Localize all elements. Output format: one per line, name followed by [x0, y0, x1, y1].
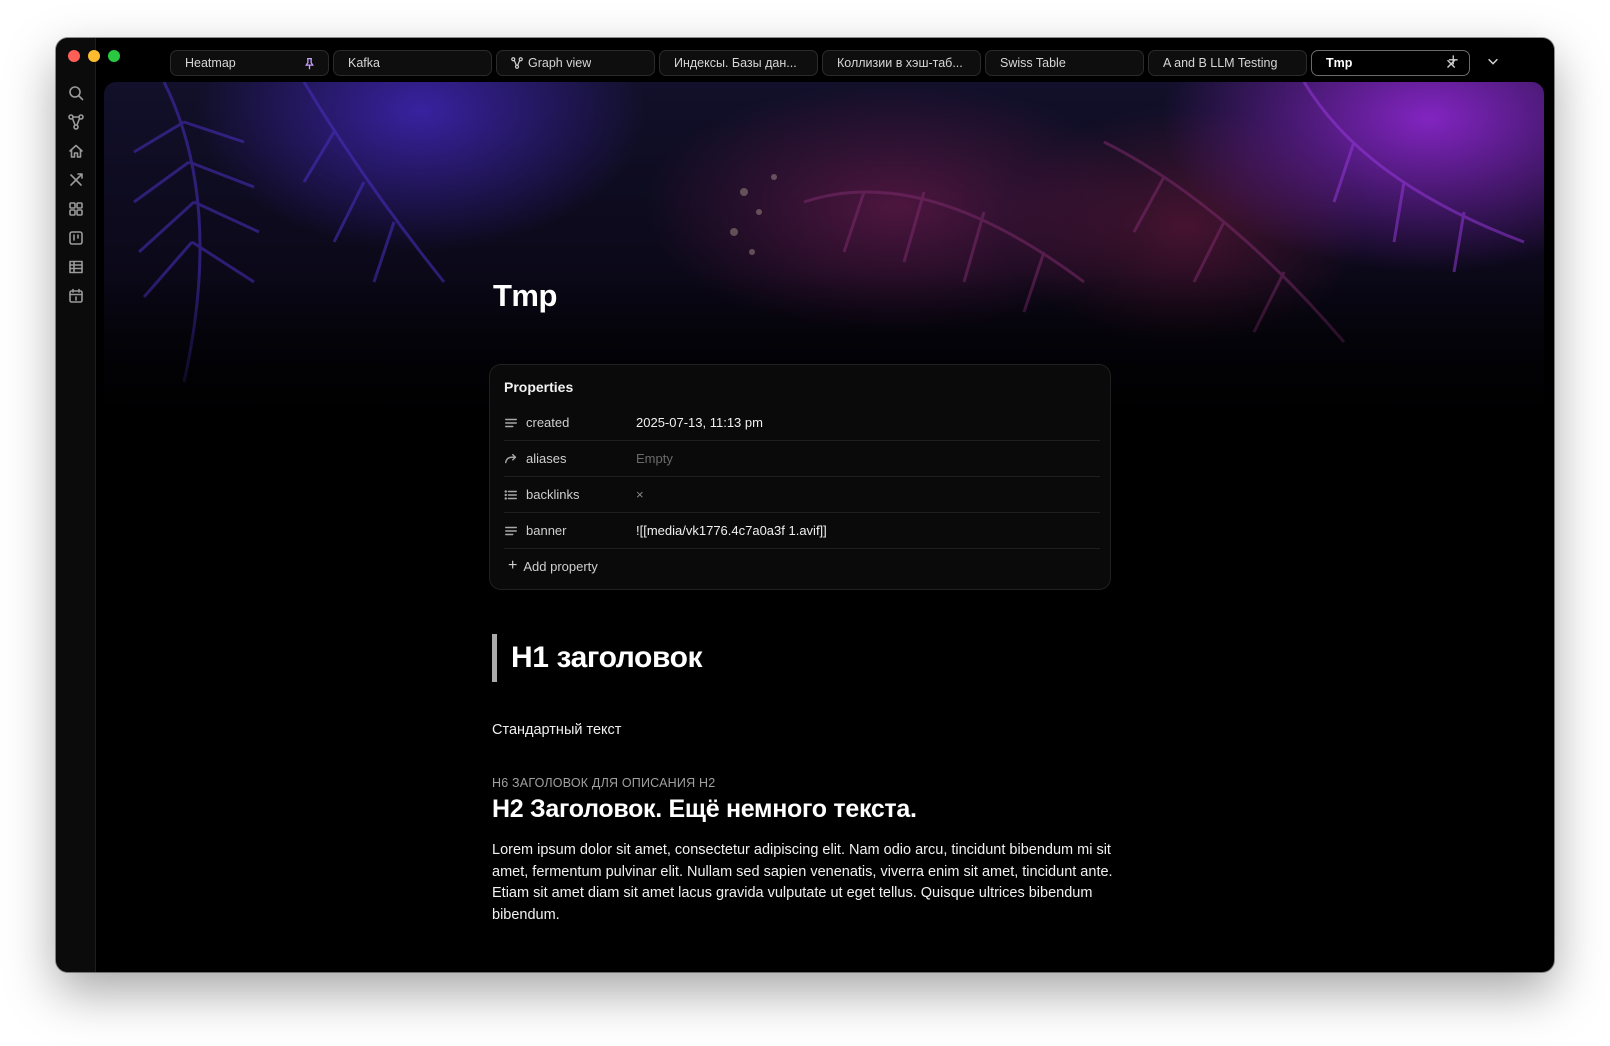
property-key: aliases	[504, 451, 636, 466]
tab-indexes[interactable]: Индексы. Базы дан...	[659, 50, 818, 76]
note-document: Tmp Properties created 2025-07-13, 11:13…	[489, 278, 1114, 926]
traffic-lights	[68, 50, 120, 62]
tab-label: Коллизии в хэш-таб...	[837, 56, 963, 70]
property-key-label: backlinks	[526, 487, 580, 502]
kanban-icon[interactable]	[67, 229, 85, 246]
property-key-label: created	[526, 415, 570, 430]
tab-label: A and B LLM Testing	[1163, 56, 1278, 70]
graph-icon[interactable]	[67, 113, 85, 130]
property-key: created	[504, 415, 636, 430]
text-lines-icon	[505, 526, 517, 535]
tab-label: Graph view	[528, 56, 592, 70]
property-key: backlinks	[504, 487, 636, 502]
grid-icon[interactable]	[67, 200, 85, 217]
tab-label: Kafka	[348, 56, 380, 70]
property-key-label: banner	[526, 523, 567, 538]
tab-graph-view[interactable]: Graph view	[496, 50, 655, 76]
note-title[interactable]: Tmp	[493, 278, 1112, 314]
plus-icon: +	[508, 557, 518, 574]
left-ribbon	[56, 38, 96, 972]
app-window: Heatmap Kafka Graph view Индексы. Базы д…	[56, 38, 1554, 972]
zoom-window-button[interactable]	[108, 50, 120, 62]
close-window-button[interactable]	[68, 50, 80, 62]
tab-collisions[interactable]: Коллизии в хэш-таб...	[822, 50, 981, 76]
h1-heading[interactable]: H1 заголовок	[492, 634, 1112, 682]
h2-heading[interactable]: H2 Заголовок. Ещё немного текста.	[492, 795, 1112, 824]
property-value[interactable]: 2025-07-13, 11:13 pm	[636, 415, 763, 430]
minimize-window-button[interactable]	[88, 50, 100, 62]
property-key: banner	[504, 523, 636, 538]
tab-kafka[interactable]: Kafka	[333, 50, 492, 76]
tab-label: Swiss Table	[1000, 56, 1066, 70]
h6-heading[interactable]: H6 ЗАГОЛОВОК ДЛЯ ОПИСАНИЯ H2	[492, 776, 1112, 790]
calendar-icon[interactable]	[67, 287, 85, 304]
tab-tmp[interactable]: Tmp ✕	[1311, 50, 1470, 76]
home-icon[interactable]	[67, 142, 85, 159]
text-lines-icon	[505, 418, 517, 427]
tab-label: Индексы. Базы дан...	[674, 56, 797, 70]
tab-label: Heatmap	[185, 56, 236, 70]
tab-label: Tmp	[1326, 56, 1353, 70]
properties-panel: Properties created 2025-07-13, 11:13 pm …	[489, 364, 1111, 590]
tab-llm-testing[interactable]: A and B LLM Testing	[1148, 50, 1307, 76]
graph-icon	[511, 57, 523, 69]
alias-arrow-icon	[505, 453, 517, 463]
property-value[interactable]: Empty	[636, 451, 673, 466]
property-row-aliases[interactable]: aliases Empty	[504, 441, 1100, 477]
properties-heading[interactable]: Properties	[504, 379, 1100, 395]
property-row-created[interactable]: created 2025-07-13, 11:13 pm	[504, 405, 1100, 441]
remove-value-icon[interactable]: ×	[636, 487, 644, 502]
property-row-backlinks[interactable]: backlinks ×	[504, 477, 1100, 513]
heading-bar	[492, 634, 497, 682]
lorem-paragraph[interactable]: Lorem ipsum dolor sit amet, consectetur …	[492, 840, 1114, 926]
h1-text: H1 заголовок	[511, 641, 703, 674]
tab-list: Heatmap Kafka Graph view Индексы. Базы д…	[170, 50, 1470, 76]
note-view[interactable]: Tmp Properties created 2025-07-13, 11:13…	[104, 82, 1544, 972]
property-row-banner[interactable]: banner ![[media/vk1776.4c7a0a3f 1.avif]]	[504, 513, 1100, 549]
tab-heatmap[interactable]: Heatmap	[170, 50, 329, 76]
add-property-label: Add property	[523, 558, 598, 574]
list-icon	[504, 489, 517, 500]
pin-icon[interactable]	[303, 57, 316, 73]
tab-bar: Heatmap Kafka Graph view Индексы. Базы д…	[96, 38, 1554, 82]
table-icon[interactable]	[67, 258, 85, 275]
chevron-down-icon[interactable]	[1486, 52, 1500, 73]
new-tab-button[interactable]: +	[1448, 50, 1459, 71]
property-value[interactable]: ![[media/vk1776.4c7a0a3f 1.avif]]	[636, 523, 827, 538]
tools-icon[interactable]	[67, 171, 85, 188]
tab-swiss-table[interactable]: Swiss Table	[985, 50, 1144, 76]
property-key-label: aliases	[526, 451, 567, 466]
add-property-button[interactable]: + Add property	[508, 557, 1100, 575]
paragraph[interactable]: Стандартный текст	[492, 722, 1112, 738]
search-icon[interactable]	[67, 84, 85, 101]
